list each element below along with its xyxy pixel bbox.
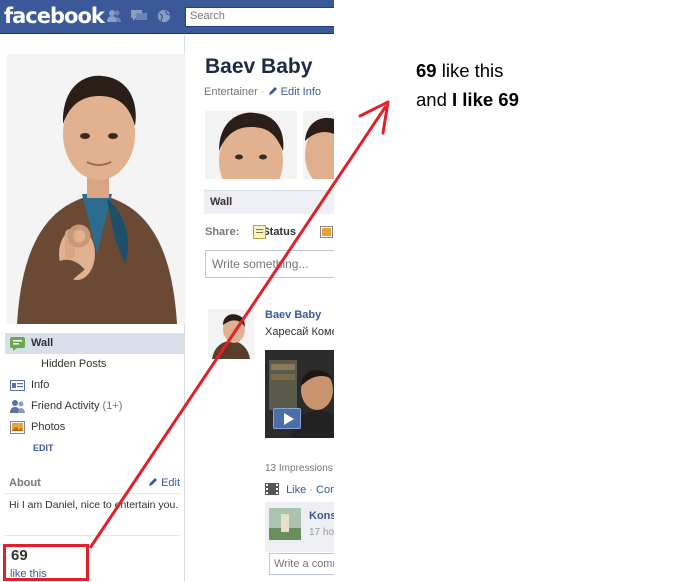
likes-highlight-box	[3, 544, 89, 581]
notifications-globe-icon[interactable]	[156, 9, 172, 23]
sidebar-item-info[interactable]: Info	[5, 375, 185, 396]
annotation-line1-rest: like this	[436, 60, 504, 81]
share-label: Share:	[205, 226, 240, 238]
pencil-icon	[268, 87, 277, 95]
about-edit-label: Edit	[161, 477, 181, 489]
left-sidebar: Wall Hidden Posts Info Friend Activity (…	[0, 35, 185, 582]
sidebar-item-photos[interactable]: Photos	[5, 417, 185, 438]
sidebar-item-label: Info	[31, 379, 50, 391]
friend-activity-count: (1+)	[102, 400, 123, 412]
edit-info-link[interactable]: Edit Info	[281, 86, 321, 98]
sidebar-item-label: Friend Activity	[31, 400, 100, 412]
post-text: Харесай Коме	[265, 326, 334, 338]
status-note-icon	[253, 225, 266, 239]
sidebar-item-label: Wall	[31, 337, 54, 349]
pencil-icon	[149, 478, 157, 486]
info-icon	[10, 380, 25, 391]
photos-icon	[10, 421, 25, 434]
write-comment-input[interactable]: Write a comm	[269, 553, 334, 575]
comment-action-link[interactable]: Comm	[316, 484, 334, 496]
search-input[interactable]: Search	[185, 7, 334, 27]
divider	[5, 493, 180, 494]
about-edit-link[interactable]: Edit	[148, 477, 180, 489]
profile-picture[interactable]	[7, 54, 185, 324]
photo-thumbnail[interactable]	[205, 111, 297, 179]
sidebar-item-label: Hidden Posts	[41, 358, 107, 370]
annotation-count: 69	[416, 60, 437, 81]
facebook-logo[interactable]: facebook	[4, 4, 105, 28]
film-icon	[265, 483, 279, 495]
wall-icon	[10, 337, 25, 351]
comment-timestamp: 17 ho	[309, 527, 334, 538]
annotation-text: 69 like this and I like 69	[416, 56, 519, 114]
sidebar-item-label: Photos	[31, 421, 66, 433]
share-bar: Share: Status	[205, 226, 296, 238]
like-action-link[interactable]: Like	[286, 484, 306, 496]
sidebar-item-friend-activity[interactable]: Friend Activity (1+)	[5, 396, 185, 417]
commenter-name-link[interactable]: Kons	[309, 510, 334, 522]
friend-requests-icon[interactable]	[106, 9, 122, 23]
profile-nav: Wall Hidden Posts Info Friend Activity (…	[5, 333, 185, 459]
avatar[interactable]	[208, 309, 254, 359]
top-navigation-bar: facebook Search	[0, 0, 334, 34]
annotation-line-2: and I like 69	[416, 85, 519, 114]
impressions-count: 13 Impressions	[265, 463, 333, 474]
annotation-line-1: 69 like this	[416, 56, 519, 85]
post-actions: Like · Comm	[265, 482, 334, 496]
annotation-line2-bold: I like 69	[452, 89, 519, 110]
post-author-link[interactable]: Baev Baby	[265, 309, 321, 321]
sidebar-item-hidden-posts[interactable]: Hidden Posts	[5, 354, 185, 375]
status-composer-input[interactable]: Write something...	[205, 250, 334, 278]
sidebar-item-wall[interactable]: Wall	[5, 333, 185, 354]
wall-tab[interactable]: Wall	[204, 190, 334, 214]
comment-item: Kons 17 ho	[265, 502, 334, 552]
divider	[5, 535, 180, 536]
annotation-line2-pre: and	[416, 89, 453, 110]
photo-share-icon[interactable]	[320, 225, 333, 239]
play-icon[interactable]	[273, 408, 301, 429]
profile-category-line: Entertainer · Edit Info	[204, 86, 322, 98]
page-title: Baev Baby	[205, 55, 313, 78]
about-heading: About	[9, 477, 41, 489]
edit-nav-link[interactable]: EDIT	[5, 438, 185, 459]
status-share-option[interactable]: Status	[262, 226, 296, 238]
profile-category: Entertainer	[204, 86, 258, 98]
video-thumbnail[interactable]	[265, 350, 334, 438]
avatar[interactable]	[269, 508, 301, 540]
friends-icon	[10, 400, 25, 413]
main-content: Baev Baby Entertainer · Edit Info Wall S…	[186, 35, 334, 582]
photo-thumbnail[interactable]	[303, 111, 334, 179]
about-text: Hi I am Daniel, nice to entertain you.	[9, 499, 179, 511]
messages-icon[interactable]	[131, 9, 147, 23]
